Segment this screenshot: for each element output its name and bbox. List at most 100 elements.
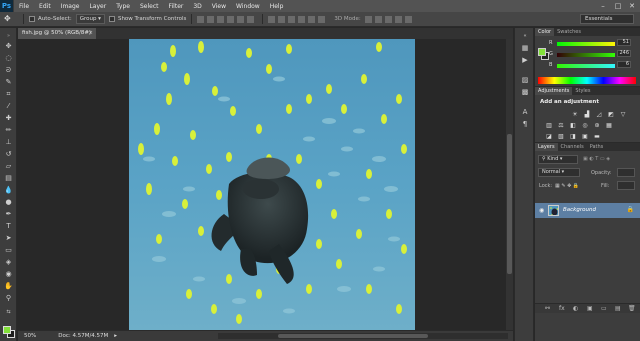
add-style-icon[interactable]: fx — [559, 305, 565, 312]
adjustment-layer-icon[interactable]: ▣ — [587, 305, 593, 312]
curves-icon[interactable]: ◿ — [595, 111, 603, 118]
collapse-arrows-icon[interactable]: « — [520, 32, 530, 41]
tab-channels[interactable]: Channels — [558, 143, 587, 151]
paragraph-panel-icon[interactable]: ¶ — [520, 120, 530, 129]
color-panel-foreground-swatch[interactable] — [538, 48, 546, 56]
gradient-map-icon[interactable]: ▬ — [593, 133, 601, 140]
align-middle-icon[interactable] — [207, 15, 215, 23]
workspace-switcher[interactable]: Essentials — [580, 14, 634, 24]
blur-tool-icon[interactable]: 💧 — [4, 186, 13, 195]
distribute-bottom-icon[interactable] — [288, 15, 296, 23]
new-group-icon[interactable]: ▭ — [601, 305, 607, 312]
zoom-tool-icon[interactable]: ⚲ — [4, 294, 13, 303]
levels-icon[interactable]: ▟ — [583, 111, 591, 118]
red-slider[interactable]: R 51 — [549, 39, 631, 49]
pen-tool-icon[interactable]: ✒ — [4, 210, 13, 219]
tab-paths[interactable]: Paths — [587, 143, 607, 151]
hand-tool-icon[interactable]: ✋ — [4, 282, 13, 291]
layer-filter-icons[interactable]: ▣ ◐ T ▭ ◈ — [583, 156, 610, 162]
3d-roll-icon[interactable] — [374, 15, 382, 23]
3d-rotate-icon[interactable] — [364, 15, 372, 23]
collapse-arrows-icon[interactable]: » — [4, 32, 13, 41]
green-slider[interactable]: G 246 — [549, 50, 631, 60]
blue-value-field[interactable]: 6 — [617, 61, 631, 68]
brush-panel-icon[interactable]: ▨ — [520, 76, 530, 85]
color-lookup-icon[interactable]: ▦ — [605, 122, 613, 129]
healing-brush-tool-icon[interactable]: ✚ — [4, 114, 13, 123]
eraser-tool-icon[interactable]: ▱ — [4, 162, 13, 171]
brush-tool-icon[interactable]: ✏ — [4, 126, 13, 135]
lock-icons[interactable]: ▦ ✎ ✥ 🔒 — [555, 183, 579, 189]
3d-object-tool-icon[interactable]: ◈ — [4, 258, 13, 267]
horizontal-scrollbar[interactable] — [218, 333, 508, 339]
distribute-left-icon[interactable] — [298, 15, 306, 23]
layer-name[interactable]: Background — [563, 207, 596, 213]
distribute-center-icon[interactable] — [308, 15, 316, 23]
move-tool-icon[interactable]: ✥ — [4, 42, 13, 51]
align-left-icon[interactable] — [227, 15, 235, 23]
align-right-icon[interactable] — [247, 15, 255, 23]
brightness-contrast-icon[interactable]: ☀ — [571, 111, 579, 118]
brush-presets-icon[interactable]: ▩ — [520, 88, 530, 97]
delete-layer-icon[interactable]: 🗑 — [628, 305, 636, 312]
marquee-tool-icon[interactable]: ◌ — [4, 54, 13, 63]
type-tool-icon[interactable]: T — [4, 222, 13, 231]
exposure-icon[interactable]: ◩ — [607, 111, 615, 118]
tab-adjustments[interactable]: Adjustments — [535, 87, 573, 95]
photo-filter-icon[interactable]: ◎ — [581, 122, 589, 129]
black-white-icon[interactable]: ◧ — [569, 122, 577, 129]
auto-select-dropdown[interactable]: Group ▾ — [75, 14, 105, 24]
3d-slide-icon[interactable] — [394, 15, 402, 23]
menu-view[interactable]: View — [207, 3, 231, 10]
vertical-scroll-thumb[interactable] — [507, 134, 512, 274]
hue-saturation-icon[interactable]: ▥ — [545, 122, 553, 129]
layer-row-background[interactable]: ◉ Background 🔒 — [535, 203, 640, 218]
swap-colors-icon[interactable]: ⇆ — [4, 308, 13, 317]
menu-image[interactable]: Image — [56, 3, 85, 10]
menu-help[interactable]: Help — [265, 3, 289, 10]
close-tab-icon[interactable]: × — [88, 28, 93, 39]
tab-styles[interactable]: Styles — [572, 87, 593, 95]
vibrance-icon[interactable]: ▽ — [619, 111, 627, 118]
eyedropper-tool-icon[interactable]: ⁄ — [4, 102, 13, 111]
transform-controls-checkbox[interactable] — [108, 16, 115, 22]
gradient-tool-icon[interactable]: ▤ — [4, 174, 13, 183]
fish-photo[interactable] — [129, 39, 415, 330]
distribute-top-icon[interactable] — [268, 15, 276, 23]
menu-layer[interactable]: Layer — [84, 3, 111, 10]
blend-mode-dropdown[interactable]: Normal ▾ — [538, 168, 580, 177]
character-panel-icon[interactable]: A — [520, 108, 530, 117]
menu-3d[interactable]: 3D — [188, 3, 206, 10]
menu-window[interactable]: Window — [231, 3, 265, 10]
posterize-icon[interactable]: ▧ — [557, 133, 565, 140]
rectangle-tool-icon[interactable]: ▭ — [4, 246, 13, 255]
tab-swatches[interactable]: Swatches — [554, 28, 584, 36]
align-top-icon[interactable] — [197, 15, 205, 23]
green-value-field[interactable]: 246 — [617, 50, 631, 57]
menu-edit[interactable]: Edit — [34, 3, 56, 10]
layer-kind-filter[interactable]: ⚲ Kind ▾ — [538, 155, 578, 164]
red-value-field[interactable]: 51 — [617, 39, 631, 46]
fill-field[interactable] — [617, 181, 635, 190]
actions-panel-icon[interactable]: ▶ — [520, 56, 530, 65]
lasso-tool-icon[interactable]: ᘐ — [4, 66, 13, 75]
crop-tool-icon[interactable]: ⌗ — [4, 90, 13, 99]
menu-type[interactable]: Type — [111, 3, 135, 10]
close-window-button[interactable]: ✕ — [625, 0, 639, 12]
channel-mixer-icon[interactable]: ⊛ — [593, 122, 601, 129]
menu-file[interactable]: File — [14, 3, 34, 10]
green-track[interactable] — [557, 53, 615, 57]
canvas-area[interactable] — [18, 39, 506, 330]
path-selection-tool-icon[interactable]: ➤ — [4, 234, 13, 243]
red-track[interactable] — [557, 42, 615, 46]
add-mask-icon[interactable]: ◐ — [573, 305, 578, 312]
auto-select-checkbox[interactable] — [29, 16, 35, 22]
threshold-icon[interactable]: ◨ — [569, 133, 577, 140]
dodge-tool-icon[interactable]: ● — [4, 198, 13, 207]
new-layer-icon[interactable]: ▤ — [615, 305, 621, 312]
color-spectrum[interactable] — [538, 77, 636, 84]
zoom-level[interactable]: 50% — [24, 333, 36, 339]
maximize-button[interactable]: □ — [611, 0, 625, 12]
color-balance-icon[interactable]: ⚖ — [557, 122, 565, 129]
document-tab[interactable]: fish.jpg @ 50% (RGB/8#) × — [18, 28, 96, 39]
